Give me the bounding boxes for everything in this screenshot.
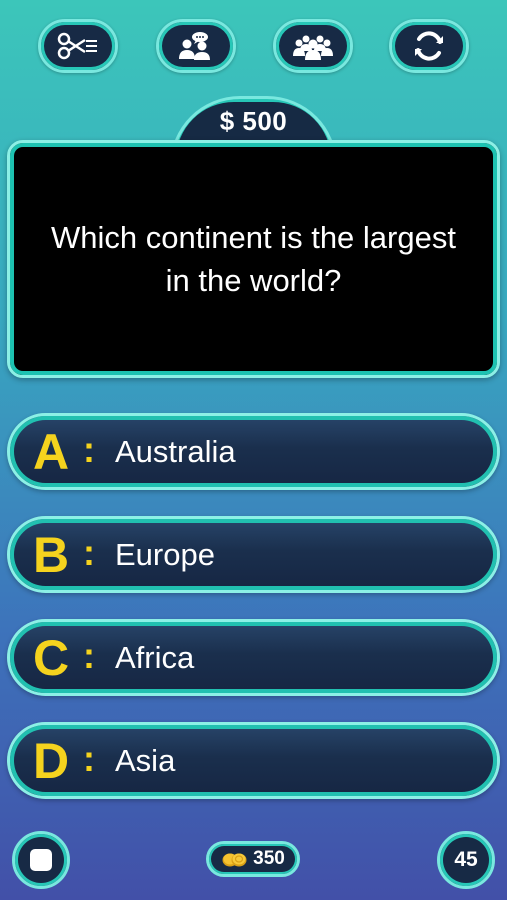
question-text: Which continent is the largest in the wo… xyxy=(51,220,456,298)
coins-icon xyxy=(222,853,247,867)
ask-friend-button[interactable] xyxy=(156,19,236,73)
answer-text: Africa xyxy=(115,639,195,675)
answer-text: Europe xyxy=(115,536,215,572)
answer-text: Asia xyxy=(115,742,176,778)
answer-text: Australia xyxy=(115,433,236,469)
answer-option-c[interactable]: C : Africa xyxy=(7,619,500,696)
stop-icon xyxy=(30,849,52,871)
coin-balance: 350 xyxy=(206,841,300,877)
answer-letter: B xyxy=(32,526,70,583)
timer: 45 xyxy=(437,831,495,889)
ask-audience-button[interactable] xyxy=(273,19,353,73)
stop-button[interactable] xyxy=(12,831,70,889)
answer-letter: C xyxy=(32,629,70,686)
answer-colon: : xyxy=(83,428,95,470)
answer-colon: : xyxy=(83,531,95,573)
answer-letter: D xyxy=(32,732,70,789)
answer-option-d[interactable]: D : Asia xyxy=(7,722,500,799)
answer-letter: A xyxy=(32,423,70,480)
answer-colon: : xyxy=(83,634,95,676)
phone-friend-icon xyxy=(179,32,210,60)
question-box: Which continent is the largest in the wo… xyxy=(7,140,500,378)
swap-question-icon xyxy=(415,31,443,61)
swap-question-button[interactable] xyxy=(389,19,469,73)
fifty-fifty-button[interactable] xyxy=(38,19,118,73)
coins-value: 350 xyxy=(253,848,285,869)
answer-option-a[interactable]: A : Australia xyxy=(7,413,500,490)
scissors-icon xyxy=(57,32,97,60)
answer-option-b[interactable]: B : Europe xyxy=(7,516,500,593)
audience-icon xyxy=(293,35,333,60)
prize-amount: $ 500 xyxy=(219,106,288,136)
answer-colon: : xyxy=(83,737,95,779)
